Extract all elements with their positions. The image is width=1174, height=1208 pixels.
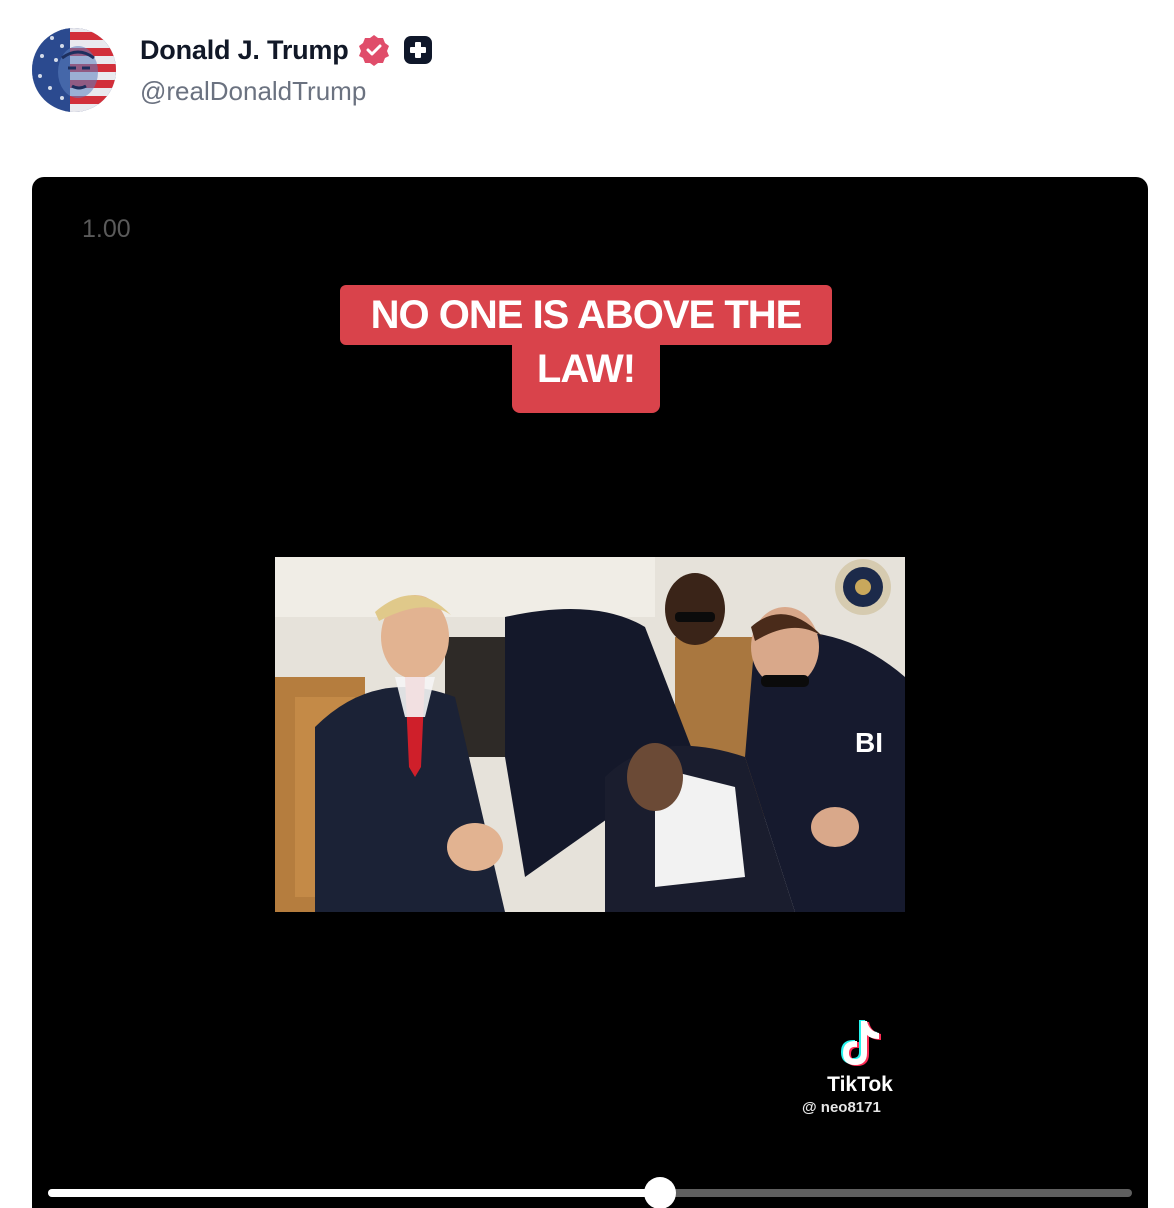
verified-badge-icon <box>357 33 391 67</box>
author-display-name[interactable]: Donald J. Trump <box>140 35 349 66</box>
author-name-row: Donald J. Trump <box>140 30 433 70</box>
video-progress-fill <box>48 1189 661 1197</box>
post-header: Donald J. Trump @realDonaldTrump <box>0 0 1174 140</box>
video-player[interactable]: 1.00 NO ONE IS ABOVE THE LAW! BI TikTok … <box>32 177 1148 1208</box>
video-caption-line-1: NO ONE IS ABOVE THE <box>340 285 832 345</box>
image-overlay-text: BI <box>855 727 883 758</box>
author-handle[interactable]: @realDonaldTrump <box>140 76 366 107</box>
flag-portrait-avatar-icon <box>32 28 116 112</box>
video-caption-line-2: LAW! <box>512 337 660 413</box>
video-progress-bar[interactable] <box>48 1177 1132 1208</box>
video-progress-handle[interactable] <box>644 1177 677 1208</box>
tiktok-brand-label: TikTok <box>827 1073 893 1096</box>
tiktok-logo-icon <box>835 1017 885 1071</box>
playback-speed-label[interactable]: 1.00 <box>82 215 131 244</box>
avatar[interactable] <box>32 28 116 112</box>
plus-badge-icon <box>403 35 433 65</box>
tiktok-watermark: TikTok <box>822 1017 898 1097</box>
video-frame-image: BI <box>275 557 905 912</box>
tiktok-username-label: @ neo8171 <box>802 1099 881 1116</box>
